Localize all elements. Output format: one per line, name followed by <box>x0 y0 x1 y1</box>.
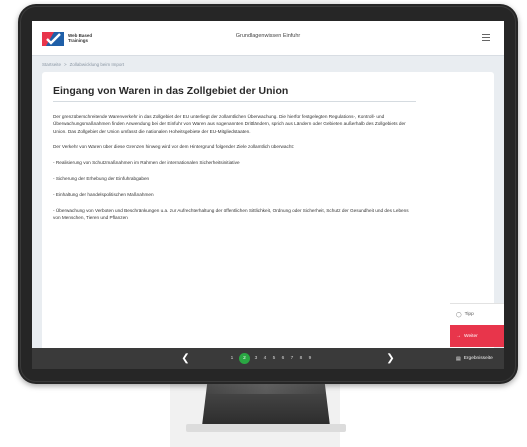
page-number-3[interactable]: 3 <box>252 352 260 365</box>
page-number-1[interactable]: 1 <box>228 352 236 365</box>
screen: Web Based Trainings Grundlagenwissen Ein… <box>32 21 504 369</box>
breadcrumb-separator: > <box>64 62 67 67</box>
page-number-7[interactable]: 7 <box>288 352 296 365</box>
weiter-button[interactable]: → Weiter <box>450 325 504 347</box>
document-icon: ▤ <box>456 355 461 362</box>
monitor-stand-base <box>186 424 346 432</box>
weiter-label: Weiter <box>464 333 478 339</box>
chevron-left-icon[interactable]: ❮ <box>178 351 193 366</box>
arrow-right-icon: → <box>456 333 461 339</box>
page-number-6[interactable]: 6 <box>279 352 287 365</box>
list-item: - Überwachung von Verboten und Beschränk… <box>53 207 409 220</box>
page-number-8[interactable]: 8 <box>297 352 305 365</box>
tipp-label: Tipp <box>464 312 474 317</box>
list-item: - Einhaltung der handelspolitischen Maßn… <box>53 191 154 197</box>
heading-divider <box>53 101 416 102</box>
breadcrumb-current: Zollabwicklung beim Import <box>69 62 125 67</box>
lightbulb-icon: ◯ <box>456 311 462 318</box>
bottom-navigation: ❮ 123456789 ❯ <box>32 348 450 369</box>
page-numbers: 123456789 <box>228 352 315 365</box>
app-header: Web Based Trainings Grundlagenwissen Ein… <box>32 21 504 56</box>
monitor-stand-shine <box>202 384 330 394</box>
monitor: Web Based Trainings Grundlagenwissen Ein… <box>18 4 518 384</box>
menu-icon[interactable] <box>482 34 490 41</box>
chevron-right-icon[interactable]: ❯ <box>383 351 398 366</box>
page-number-2[interactable]: 2 <box>239 353 250 364</box>
breadcrumb-home[interactable]: Startseite <box>42 62 61 67</box>
content-card: Eingang von Waren in das Zollgebiet der … <box>42 72 494 360</box>
page-number-9[interactable]: 9 <box>306 352 314 365</box>
page-title: Eingang von Waren in das Zollgebiet der … <box>53 85 289 97</box>
app-title: Grundlagenwissen Einfuhr <box>235 33 301 39</box>
page-number-5[interactable]: 5 <box>270 352 278 365</box>
list-item: - Sicherung der Erhebung der Einfuhrabga… <box>53 175 150 181</box>
ergebnisseite-label: Ergebnisseite <box>463 356 493 361</box>
paragraph: Der Verkehr von Waren über diese Grenzen… <box>53 144 295 150</box>
paragraph: Der grenzüberschreitende Warenverkehr in… <box>53 114 406 134</box>
list-item: - Realisierung von Schutzmaßnahmen im Ra… <box>53 160 240 166</box>
ergebnisseite-button[interactable]: ▤ Ergebnisseite <box>450 348 504 369</box>
tipp-button[interactable]: ◯ Tipp <box>450 303 504 325</box>
breadcrumb: Startseite > Zollabwicklung beim Import <box>42 62 124 67</box>
body-text: Der grenzüberschreitende Warenverkehr in… <box>53 113 417 230</box>
page-number-4[interactable]: 4 <box>261 352 269 365</box>
